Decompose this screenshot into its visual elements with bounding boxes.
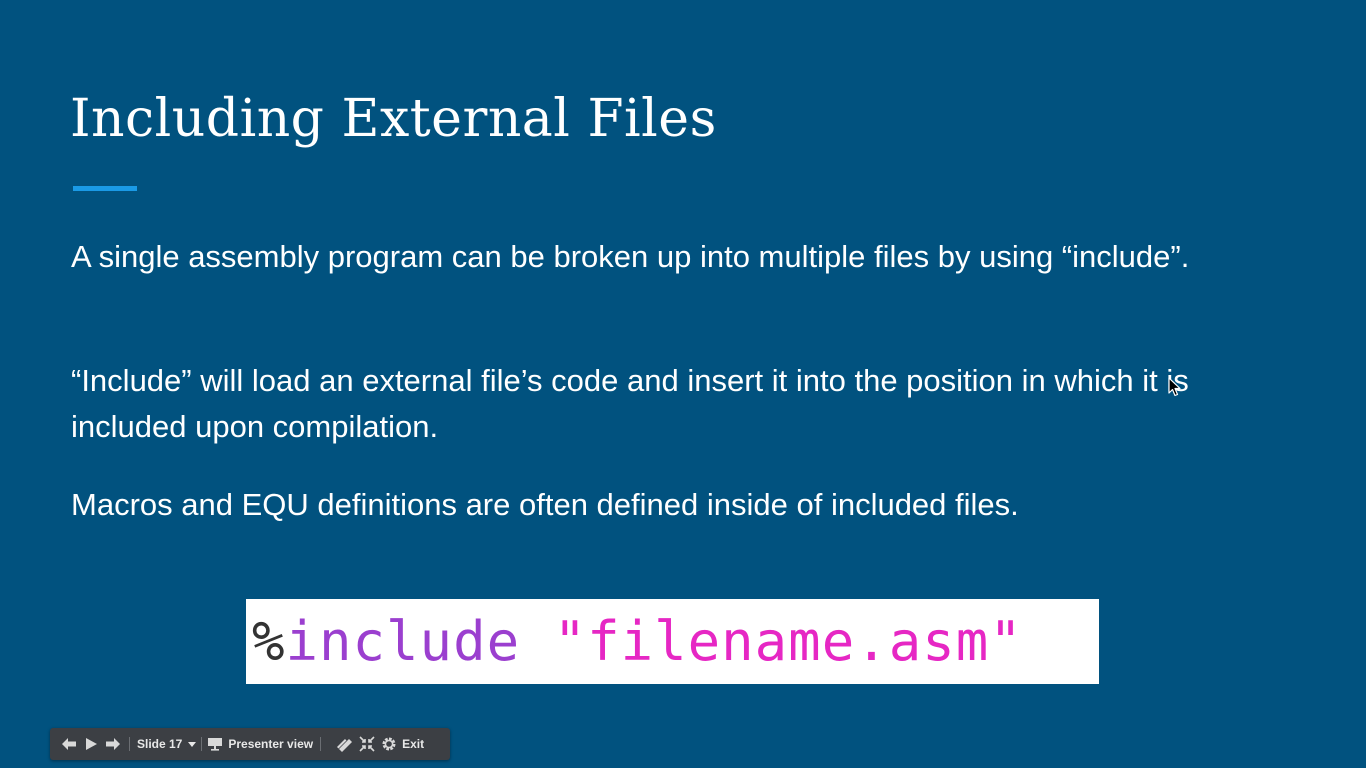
toolbar-separator xyxy=(201,737,203,751)
next-slide-button[interactable] xyxy=(102,732,124,756)
toolbar-separator xyxy=(320,737,322,751)
code-line: %include "filename.asm" xyxy=(252,610,1023,673)
code-example-box: %include "filename.asm" xyxy=(246,599,1099,684)
paragraph-include-intro: A single assembly program can be broken … xyxy=(71,239,1190,274)
toolbar-separator xyxy=(129,737,130,751)
slide-title: Including External Files xyxy=(70,89,717,149)
presenter-icon xyxy=(208,738,223,751)
code-directive: include xyxy=(285,610,521,673)
slide-selector-dropdown[interactable]: Slide 17 xyxy=(135,732,197,756)
settings-icon xyxy=(382,737,396,751)
slide: Including External Files A single assemb… xyxy=(0,0,1366,768)
slide-number-label: Slide 17 xyxy=(137,737,183,751)
play-icon xyxy=(86,738,97,750)
pen-tool-button[interactable] xyxy=(334,732,356,756)
presenter-view-button[interactable]: Presenter view xyxy=(207,732,315,756)
code-percent: % xyxy=(252,610,286,673)
code-string: "filename.asm" xyxy=(553,610,1023,673)
presentation-toolbar: Slide 17 Presenter view Exit xyxy=(50,728,450,760)
previous-slide-button[interactable] xyxy=(58,732,80,756)
next-icon xyxy=(106,738,120,750)
fullscreen-exit-icon xyxy=(359,736,375,752)
mouse-cursor-icon xyxy=(1168,377,1181,397)
title-accent-bar xyxy=(73,186,137,191)
pen-icon xyxy=(337,739,353,752)
paragraph-macros-equ: Macros and EQU definitions are often def… xyxy=(71,487,1019,522)
exit-button[interactable]: Exit xyxy=(400,732,426,756)
presenter-view-label: Presenter view xyxy=(228,737,314,751)
exit-fullscreen-button[interactable] xyxy=(356,732,378,756)
settings-button[interactable] xyxy=(378,732,400,756)
play-button[interactable] xyxy=(80,732,102,756)
prev-icon xyxy=(62,738,76,750)
chevron-down-icon xyxy=(188,741,197,747)
paragraph-include-behavior: “Include” will load an external file’s c… xyxy=(71,363,1189,444)
exit-label: Exit xyxy=(402,737,425,751)
